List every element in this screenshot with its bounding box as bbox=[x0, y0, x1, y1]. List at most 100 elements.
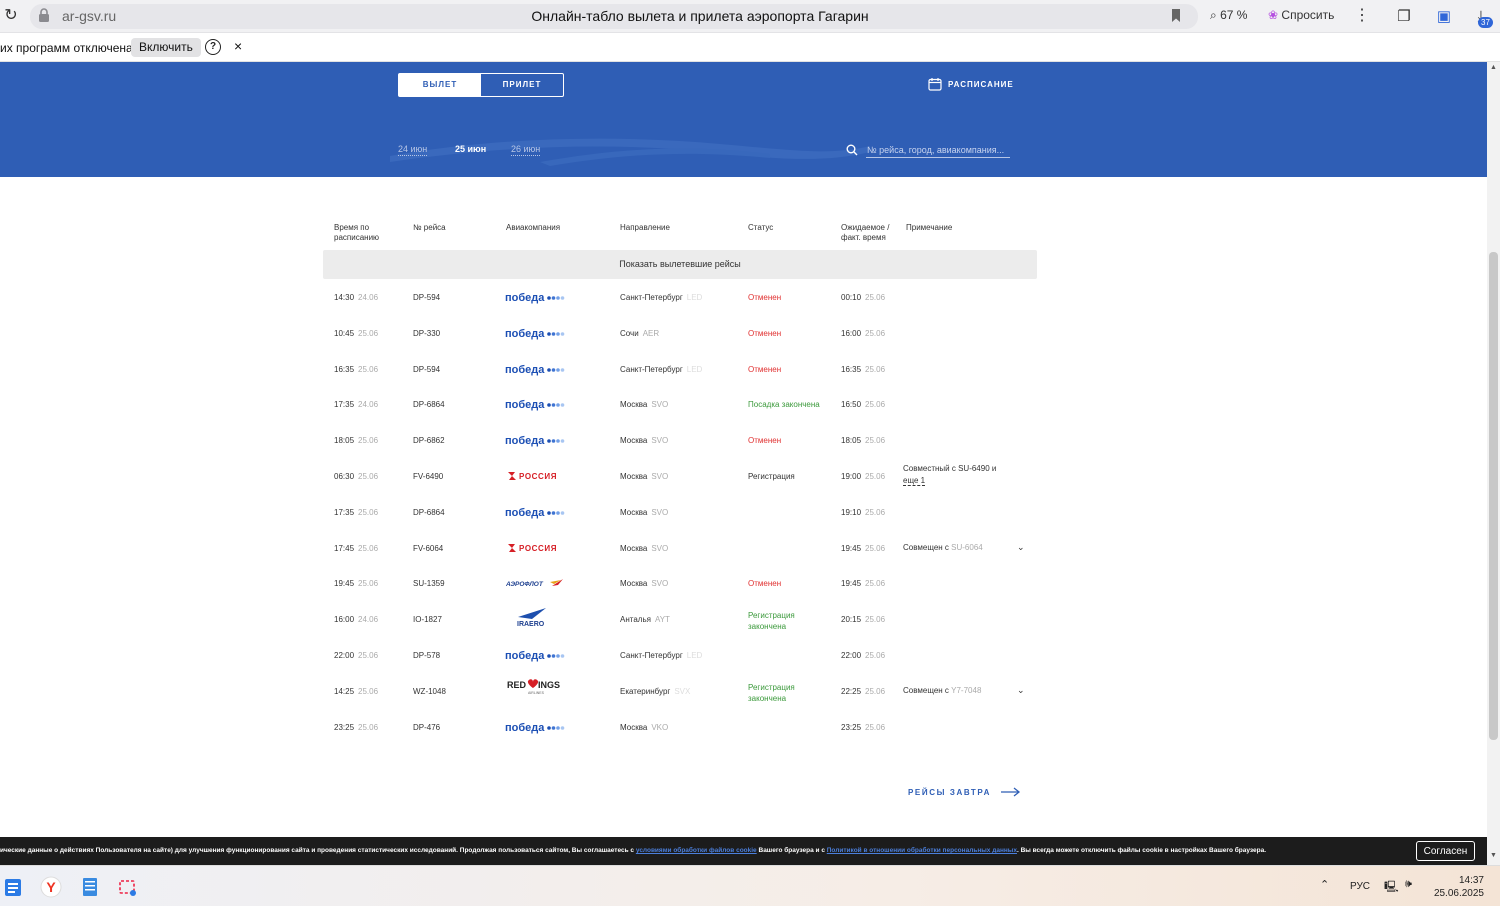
downloads-badge: 37 bbox=[1478, 17, 1493, 28]
flight-number[interactable]: FV-6490 bbox=[413, 472, 443, 481]
svg-text:победа: победа bbox=[505, 507, 545, 519]
system-clock[interactable]: 14:37 25.06.2025 bbox=[1432, 874, 1484, 900]
bookmark-icon[interactable] bbox=[1170, 8, 1182, 23]
clock-date: 25.06.2025 bbox=[1433, 888, 1484, 899]
pobeda-logo: победа bbox=[505, 722, 565, 734]
pobeda-logo: победа bbox=[505, 328, 565, 340]
flight-row[interactable]: 16:00 24.06 IO-1827 IRAERO Анталья AYT Регистр… bbox=[323, 601, 1037, 637]
flight-number[interactable]: DP-6864 bbox=[413, 508, 445, 517]
svg-text:победа: победа bbox=[505, 292, 545, 304]
flight-number[interactable]: DP-594 bbox=[413, 293, 440, 302]
expected-time: 22:00 25.06 bbox=[841, 651, 886, 660]
svg-text:победа: победа bbox=[505, 399, 545, 411]
date-current[interactable]: 25 июн bbox=[455, 144, 486, 155]
more-codeshare-link[interactable]: еще 1 bbox=[903, 476, 926, 486]
collections-icon[interactable]: ❐ bbox=[1393, 6, 1415, 28]
destination: Санкт-Петербург LED bbox=[620, 364, 703, 374]
flight-number[interactable]: FV-6064 bbox=[413, 544, 443, 553]
lock-icon bbox=[39, 8, 49, 22]
flight-search-input[interactable] bbox=[866, 142, 1010, 158]
scrollbar-thumb[interactable] bbox=[1489, 252, 1498, 740]
flight-row[interactable]: 19:45 25.06 SU-1359 АЭРОФЛОТ Москва SVO Отмене… bbox=[323, 565, 1037, 601]
protect-icon[interactable]: ▣ bbox=[1433, 6, 1455, 28]
flight-number[interactable]: DP-6862 bbox=[413, 436, 445, 445]
expected-time: 19:45 25.06 bbox=[841, 543, 886, 553]
flight-row[interactable]: 06:30 25.06 FV-6490 РОССИЯ Москва SVO Регистра… bbox=[323, 458, 1037, 494]
ask-icon: ❀ bbox=[1268, 8, 1279, 22]
infobar: их программ отключена Включить ? × bbox=[0, 33, 1500, 62]
explorer-icon[interactable] bbox=[3, 876, 25, 898]
svg-text:победа: победа bbox=[505, 722, 545, 734]
date-next[interactable]: 26 июн bbox=[511, 144, 541, 156]
more-menu-icon[interactable]: ⋮ bbox=[1354, 5, 1370, 25]
snipping-tool-icon[interactable] bbox=[117, 876, 139, 898]
flight-row[interactable]: 17:35 24.06 DP-6864 победа Москва SVO Посадка … bbox=[323, 386, 1037, 422]
flight-row[interactable]: 10:45 25.06 DP-330 победа Сочи AER Отменен 16:0… bbox=[323, 315, 1037, 351]
scheduled-time: 14:25 25.06 bbox=[334, 686, 379, 696]
yandex-browser-icon[interactable]: Y bbox=[40, 876, 62, 898]
language-indicator[interactable]: РУС bbox=[1350, 881, 1370, 892]
flight-number[interactable]: DP-330 bbox=[413, 329, 440, 338]
flight-row[interactable]: 16:35 25.06 DP-594 победа Санкт-Петербург LED… bbox=[323, 351, 1037, 387]
close-icon[interactable]: × bbox=[234, 38, 242, 54]
flight-number[interactable]: IO-1827 bbox=[413, 615, 442, 624]
flight-number[interactable]: SU-1359 bbox=[413, 579, 445, 588]
flight-number[interactable]: DP-476 bbox=[413, 723, 440, 732]
scheduled-time: 06:30 25.06 bbox=[334, 472, 379, 481]
flight-row[interactable]: 18:05 25.06 DP-6862 победа Москва SVO Отменен 1… bbox=[323, 422, 1037, 458]
tray-expand-icon[interactable]: ⌃ bbox=[1320, 878, 1329, 891]
help-icon[interactable]: ? bbox=[205, 39, 221, 55]
cookie-agree-button[interactable]: Согласен bbox=[1416, 841, 1475, 861]
scroll-down-icon[interactable]: ▼ bbox=[1490, 852, 1497, 859]
volume-icon[interactable]: 🕪 bbox=[1405, 878, 1412, 891]
scheduled-time: 23:25 25.06 bbox=[334, 722, 379, 732]
cookie-policy-link[interactable]: условиями обработки файлов cookie bbox=[636, 847, 757, 854]
network-icon[interactable]: 🖳 bbox=[1384, 878, 1399, 897]
flight-number[interactable]: DP-594 bbox=[413, 365, 440, 374]
scheduled-time: 14:30 24.06 bbox=[334, 293, 379, 302]
col-scheduled-time: Время по расписанию bbox=[334, 223, 379, 243]
enable-button[interactable]: Включить bbox=[131, 38, 201, 57]
svg-text:победа: победа bbox=[505, 328, 545, 340]
redwings-logo: RED INGSAIRLINES bbox=[507, 678, 560, 695]
reload-icon[interactable]: ↻ bbox=[2, 7, 20, 25]
flight-row[interactable]: 22:00 25.06 DP-578 победа Санкт-Петербург LED… bbox=[323, 637, 1037, 673]
flight-row[interactable]: 14:25 25.06 WZ-1048 RED INGS AIRLINES Екатерин… bbox=[323, 673, 1037, 709]
destination: Сочи AER bbox=[620, 328, 660, 338]
flight-status: Отменен bbox=[748, 436, 782, 446]
flight-row[interactable]: 23:25 25.06 DP-476 победа Москва VKO 23:25 25.0… bbox=[323, 709, 1037, 745]
destination: Москва SVO bbox=[620, 579, 669, 589]
flight-number[interactable]: DP-578 bbox=[413, 651, 440, 660]
flight-number[interactable]: WZ-1048 bbox=[413, 687, 446, 696]
destination: Санкт-Петербург LED bbox=[620, 293, 703, 302]
chevron-down-icon[interactable]: ⌄ bbox=[1017, 542, 1025, 553]
tab-arrival[interactable]: ПРИЛЕТ bbox=[481, 74, 563, 96]
privacy-policy-link[interactable]: Политикой в отношении обработки персонал… bbox=[827, 847, 1017, 854]
cookie-text-part3: . Вы всегда можете отключить файлы cooki… bbox=[1016, 847, 1267, 854]
scroll-up-icon[interactable]: ▲ bbox=[1490, 64, 1497, 71]
svg-text:победа: победа bbox=[505, 364, 545, 376]
pobeda-logo: победа bbox=[505, 399, 565, 411]
svg-text:победа: победа bbox=[505, 435, 545, 447]
date-prev[interactable]: 24 июн bbox=[398, 144, 428, 156]
search-icon bbox=[846, 144, 858, 156]
chevron-down-icon[interactable]: ⌄ bbox=[1017, 685, 1025, 696]
tomorrow-label: РЕЙСЫ ЗАВТРА bbox=[908, 787, 992, 797]
schedule-link[interactable]: РАСПИСАНИЕ bbox=[928, 77, 1014, 91]
flight-row[interactable]: 14:30 24.06 DP-594 победа Санкт-Петербург LED… bbox=[323, 279, 1037, 315]
show-departed-button[interactable]: Показать вылетевшие рейсы bbox=[323, 250, 1037, 279]
expected-time: 23:25 25.06 bbox=[841, 722, 886, 732]
scheduled-time: 19:45 25.06 bbox=[334, 579, 379, 589]
destination: Москва VKO bbox=[620, 722, 669, 732]
tab-departure[interactable]: ВЫЛЕТ bbox=[399, 74, 481, 96]
flight-row[interactable]: 17:35 25.06 DP-6864 победа Москва SVO 19:10 25.… bbox=[323, 494, 1037, 530]
tomorrow-flights-link[interactable]: РЕЙСЫ ЗАВТРА bbox=[908, 787, 1021, 797]
flight-number[interactable]: DP-6864 bbox=[413, 400, 445, 409]
ask-button[interactable]: ❀ Спросить bbox=[1268, 8, 1334, 22]
flight-row[interactable]: 17:45 25.06 FV-6064 РОССИЯ Москва SVO 19:45 25.… bbox=[323, 530, 1037, 566]
col-direction: Направление bbox=[620, 223, 670, 232]
notepad-icon[interactable] bbox=[79, 876, 101, 898]
flight-status: Посадка закончена bbox=[748, 400, 820, 410]
calendar-icon bbox=[928, 78, 942, 91]
zoom-indicator[interactable]: ⌕ 67 % bbox=[1210, 8, 1247, 23]
